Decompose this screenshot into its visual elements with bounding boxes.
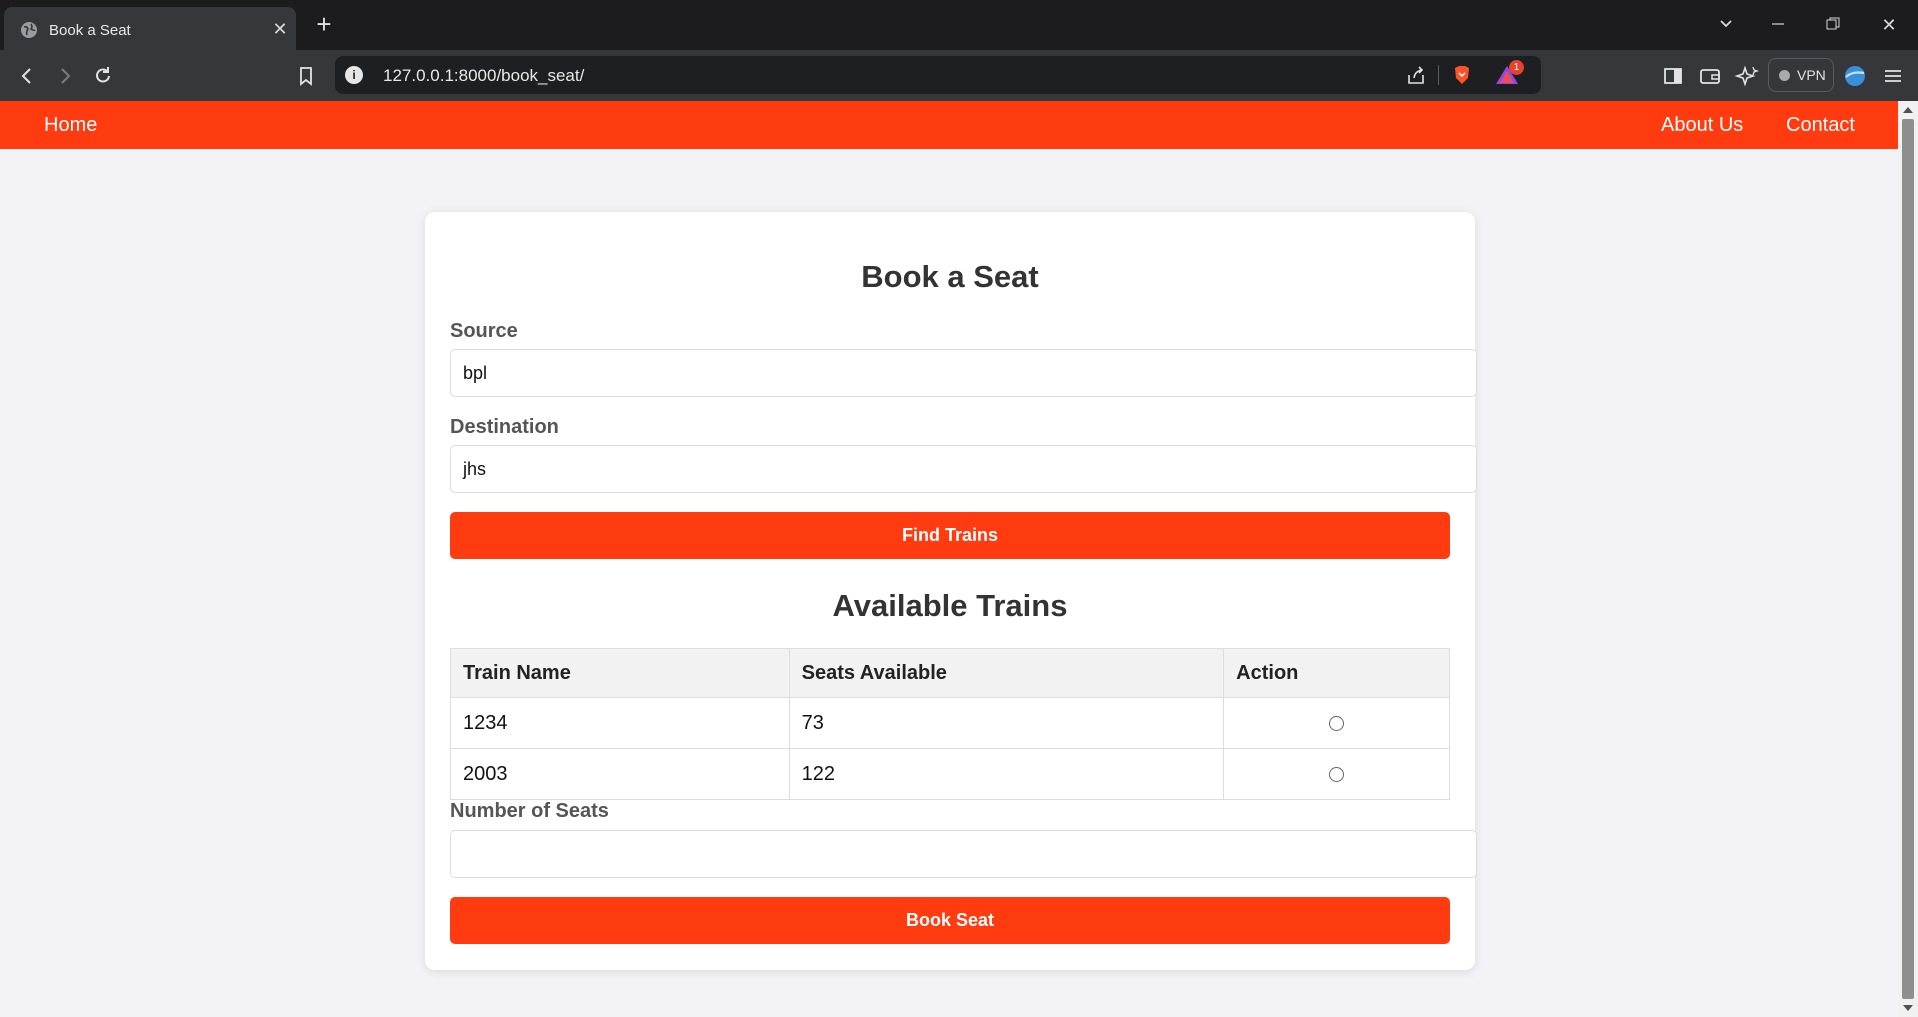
train-name-cell: 1234: [450, 697, 790, 749]
select-train-radio[interactable]: [1329, 715, 1345, 731]
menu-icon[interactable]: [1880, 63, 1906, 89]
browser-tab[interactable]: Book a Seat ✕: [4, 7, 296, 50]
scroll-thumb[interactable]: [1902, 119, 1914, 999]
nav-about-link[interactable]: About Us: [1661, 114, 1743, 137]
chevron-down-icon[interactable]: [1713, 12, 1739, 38]
column-train-name: Train Name: [450, 648, 790, 698]
source-label: Source: [450, 320, 518, 342]
nav-contact-link[interactable]: Contact: [1786, 114, 1855, 137]
table-row: 1234 73: [450, 697, 1450, 749]
book-seat-button[interactable]: Book Seat: [450, 897, 1450, 944]
train-name-cell: 2003: [450, 748, 790, 800]
source-input[interactable]: bpl: [450, 349, 1477, 397]
address-bar[interactable]: i 127.0.0.1:8000/book_seat/: [335, 56, 1541, 94]
table-row: 2003 122: [450, 748, 1450, 800]
url-text: 127.0.0.1:8000/book_seat/: [383, 66, 585, 85]
reload-icon[interactable]: [90, 63, 116, 89]
back-icon[interactable]: [14, 63, 40, 89]
destination-label: Destination: [450, 416, 559, 438]
table-header-row: Train Name Seats Available Action: [450, 648, 1450, 698]
page-title: Book a Seat: [861, 259, 1039, 294]
find-trains-button[interactable]: Find Trains: [450, 512, 1450, 559]
brave-shield-icon[interactable]: [1451, 64, 1473, 86]
restore-icon[interactable]: [1820, 12, 1846, 38]
nav-home-link[interactable]: Home: [44, 114, 97, 137]
profile-avatar-icon[interactable]: [1842, 63, 1868, 89]
globe-icon: [21, 22, 37, 38]
action-cell: [1223, 748, 1450, 800]
number-of-seats-label: Number of Seats: [450, 800, 609, 822]
vpn-button[interactable]: VPN: [1768, 58, 1834, 92]
seats-available-cell: 122: [788, 748, 1225, 800]
site-navbar: Home About Us Contact: [0, 101, 1898, 149]
notification-badge: 1: [1509, 60, 1524, 75]
new-tab-icon[interactable]: +: [312, 11, 336, 37]
booking-card: Book a Seat Source bpl Destination jhs F…: [425, 212, 1477, 970]
browser-toolbar: i 127.0.0.1:8000/book_seat/ 1 VPN: [0, 50, 1918, 101]
trains-table: Train Name Seats Available Action 1234 7…: [450, 648, 1450, 800]
browser-tab-bar: Book a Seat ✕ + ✕: [0, 0, 1918, 50]
column-action: Action: [1223, 648, 1450, 698]
wallet-icon[interactable]: [1697, 63, 1723, 89]
action-cell: [1223, 697, 1450, 749]
leo-ai-icon[interactable]: [1734, 63, 1760, 89]
vpn-label: VPN: [1797, 67, 1826, 83]
close-window-icon[interactable]: ✕: [1876, 12, 1902, 38]
site-info-icon[interactable]: i: [345, 66, 363, 84]
share-icon[interactable]: [1405, 65, 1427, 87]
sidebar-icon[interactable]: [1660, 63, 1686, 89]
available-trains-heading: Available Trains: [832, 588, 1068, 623]
close-tab-icon[interactable]: ✕: [270, 19, 290, 39]
number-of-seats-input[interactable]: [450, 830, 1477, 878]
page-scrollbar[interactable]: [1898, 101, 1918, 1017]
scroll-up-icon[interactable]: [1903, 107, 1913, 113]
column-seats-available: Seats Available: [788, 648, 1225, 698]
destination-input[interactable]: jhs: [450, 445, 1477, 493]
forward-icon[interactable]: [52, 63, 78, 89]
tab-title: Book a Seat: [49, 22, 131, 39]
scroll-down-icon[interactable]: [1903, 1005, 1913, 1011]
bookmark-icon[interactable]: [293, 63, 319, 89]
minimize-icon[interactable]: [1765, 12, 1791, 38]
select-train-radio[interactable]: [1329, 766, 1345, 782]
vpn-status-icon: [1779, 70, 1790, 81]
seats-available-cell: 73: [788, 697, 1225, 749]
